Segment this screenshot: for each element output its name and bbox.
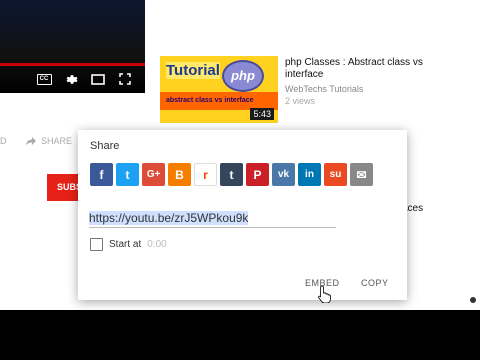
share-dialog-title: Share: [90, 140, 120, 152]
progress-bar[interactable]: [0, 63, 145, 66]
google-plus-icon[interactable]: G+: [142, 163, 165, 186]
reddit-icon[interactable]: r: [194, 163, 217, 186]
linkedin-icon[interactable]: in: [298, 163, 321, 186]
gear-icon[interactable]: [63, 72, 79, 86]
pinterest-icon[interactable]: P: [246, 163, 269, 186]
email-icon[interactable]: ✉: [350, 163, 373, 186]
background-dot: [470, 297, 476, 303]
share-button-bg[interactable]: SHARE: [26, 136, 72, 146]
suggested-video-title[interactable]: php Classes : Abstract class vs interfac…: [285, 57, 435, 81]
fullscreen-icon[interactable]: [117, 72, 133, 86]
start-at-checkbox[interactable]: [90, 238, 103, 251]
vk-icon[interactable]: vk: [272, 163, 295, 186]
player-controls: CC: [36, 72, 133, 86]
video-page: CC Tutorial php abstract class vs interf…: [0, 0, 480, 310]
share-arrow-icon: [26, 137, 36, 145]
theater-mode-icon[interactable]: [90, 72, 106, 86]
blogger-icon[interactable]: B: [168, 163, 191, 186]
facebook-icon[interactable]: f: [90, 163, 113, 186]
suggested-video-channel: WebTechs Tutorials: [285, 84, 364, 94]
suggested-video-views: 2 views: [285, 96, 316, 106]
share-url-field[interactable]: https://youtu.be/zrJ5WPkou9k: [89, 210, 336, 228]
copy-button[interactable]: COPY: [361, 278, 389, 288]
share-url-text: https://youtu.be/zrJ5WPkou9k: [89, 211, 249, 225]
player-edge: [145, 0, 160, 93]
captions-icon[interactable]: CC: [36, 72, 52, 86]
video-player[interactable]: CC: [0, 0, 145, 93]
stumbleupon-icon[interactable]: su: [324, 163, 347, 186]
hand-cursor-icon: [318, 285, 331, 303]
php-logo: php: [222, 60, 264, 92]
share-label: SHARE: [41, 136, 73, 146]
dislike-label[interactable]: D: [0, 136, 7, 146]
start-at-time[interactable]: 0:00: [147, 239, 166, 250]
start-at-label: Start at: [109, 239, 142, 250]
social-buttons-row: f t G+ B r t P vk in su ✉: [90, 163, 373, 186]
video-duration: 5:43: [250, 108, 274, 120]
suggested-video-thumbnail[interactable]: Tutorial php abstract class vs interface…: [160, 56, 278, 123]
tumblr-icon[interactable]: t: [220, 163, 243, 186]
thumbnail-title-text: Tutorial: [166, 62, 220, 79]
twitter-icon[interactable]: t: [116, 163, 139, 186]
share-dialog: Share f t G+ B r t P vk in su ✉ https://…: [78, 130, 407, 300]
start-at-row: Start at 0:00: [90, 238, 167, 251]
